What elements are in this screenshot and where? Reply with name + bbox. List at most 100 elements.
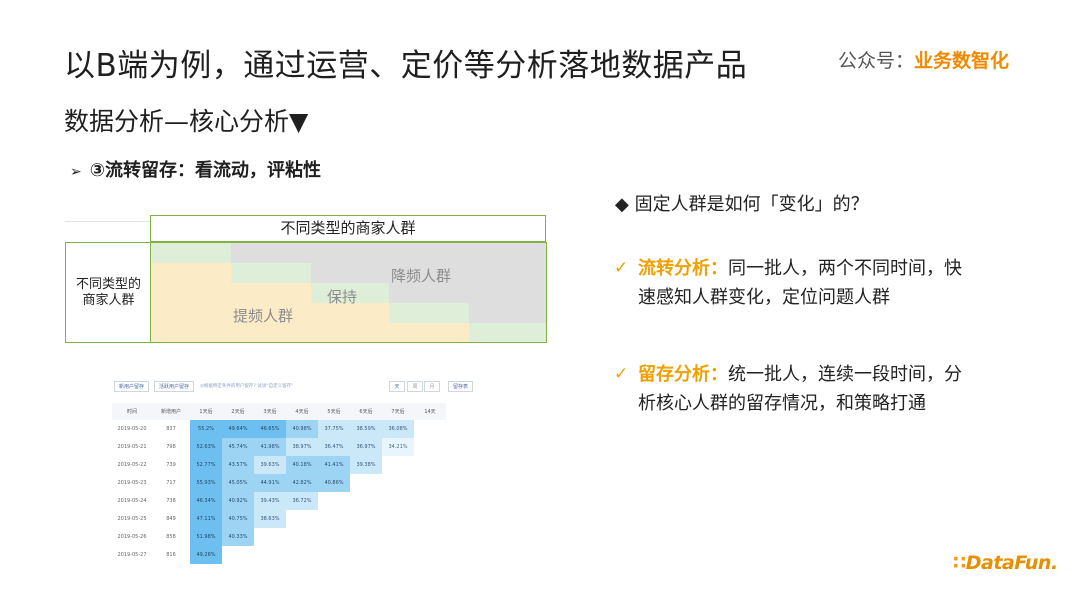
- keep-cell: [389, 303, 469, 323]
- table-row: 2019-05-24 738 46.34% 40.92% 39.43% 36.72%: [112, 492, 446, 510]
- date-cell: 2019-05-21: [117, 444, 147, 450]
- new-users-cell: 816: [166, 552, 176, 558]
- point-highlight: 流转分析：: [638, 258, 728, 279]
- retention-cell: 42.82%: [286, 474, 318, 492]
- table-row: 2019-05-27 816 49.26%: [112, 546, 446, 564]
- table-header-row: 时间 新增用户 1天后 2天后 3天后 4天后 5天后 6天后 7天后 14天: [112, 403, 446, 420]
- empty-cell: [414, 528, 446, 546]
- check-icon: ✓: [614, 258, 629, 278]
- empty-cell: [414, 510, 446, 528]
- empty-cell: [254, 528, 286, 546]
- date-cell: 2019-05-25: [117, 516, 147, 522]
- period-day-button[interactable]: 天: [389, 381, 405, 392]
- point-retention-analysis: ✓ 留存分析：统一批人，连续一段时间，分析核心人群的留存情况，和策略打通: [614, 360, 974, 418]
- empty-cell: [414, 456, 446, 474]
- period-week-button[interactable]: 周: [407, 381, 423, 392]
- retention-cell: 47.11%: [190, 510, 222, 528]
- empty-cell: [318, 528, 350, 546]
- retention-cell: 38.97%: [286, 438, 318, 456]
- matrix-column-header: 不同类型的商家人群: [150, 215, 546, 242]
- date-cell: 2019-05-20: [117, 426, 147, 432]
- empty-cell: [350, 528, 382, 546]
- empty-cell: [414, 492, 446, 510]
- retention-cell: 45.74%: [222, 438, 254, 456]
- keep-label: 保持: [327, 288, 358, 306]
- new-users-cell: 717: [166, 480, 176, 486]
- date-cell: 2019-05-22: [117, 462, 147, 468]
- column-header: 14天: [414, 403, 446, 420]
- empty-cell: [414, 474, 446, 492]
- date-cell: 2019-05-26: [117, 534, 147, 540]
- retention-cell: 43.57%: [222, 456, 254, 474]
- empty-cell: [350, 474, 382, 492]
- column-header: 3天后: [254, 403, 286, 420]
- brand-label: 公众号：: [838, 50, 915, 72]
- point-highlight: 留存分析：: [638, 364, 728, 385]
- retention-cell: 40.18%: [286, 456, 318, 474]
- column-header: 新增用户: [152, 403, 190, 420]
- retention-table: 时间 新增用户 1天后 2天后 3天后 4天后 5天后 6天后 7天后 14天 2019-05-2…: [112, 403, 446, 564]
- new-users-cell: 858: [166, 534, 176, 540]
- tab-new-user-retention[interactable]: 新用户留存: [114, 381, 150, 392]
- new-users-cell: 798: [166, 444, 176, 450]
- keep-cell: [231, 263, 311, 283]
- keep-cell: [151, 243, 231, 263]
- retention-cell: 36.72%: [286, 492, 318, 510]
- column-header: 2天后: [222, 403, 254, 420]
- retention-cell: 41.41%: [318, 456, 350, 474]
- column-header: 6天后: [350, 403, 382, 420]
- arrow-bullet-icon: ➢: [70, 164, 82, 180]
- empty-cell: [382, 474, 414, 492]
- matrix-row-header-text: 不同类型的 商家人群: [75, 276, 141, 308]
- retention-cell: 44.91%: [254, 474, 286, 492]
- new-users-cell: 849: [166, 516, 176, 522]
- empty-cell: [286, 528, 318, 546]
- table-row: 2019-05-23 717 55.93% 45.05% 44.91% 42.82% 40.…: [112, 474, 446, 492]
- new-users-cell: 738: [166, 498, 176, 504]
- page-title: 以B端为例，通过运营、定价等分析落地数据产品: [64, 48, 748, 84]
- retention-cell: 37.75%: [318, 420, 350, 438]
- retention-cell: 38.63%: [254, 510, 286, 528]
- empty-cell: [414, 546, 446, 564]
- retention-cell: 40.75%: [222, 510, 254, 528]
- retention-cell: 40.98%: [286, 420, 318, 438]
- retention-cell: 40.33%: [222, 528, 254, 546]
- retention-cell: 40.92%: [222, 492, 254, 510]
- retention-cell: 41.98%: [254, 438, 286, 456]
- retention-cell: 49.64%: [222, 420, 254, 438]
- empty-cell: [382, 510, 414, 528]
- point-flow-analysis: ✓ 流转分析：同一批人，两个不同时间，快速感知人群变化，定位问题人群: [614, 254, 974, 312]
- custom-retention-hint[interactable]: ◎根据特定条件的用户留存? 试试“自定义留存”: [200, 383, 293, 389]
- retention-cell: 39.43%: [254, 492, 286, 510]
- date-cell: 2019-05-27: [117, 552, 147, 558]
- retention-cell: 45.05%: [222, 474, 254, 492]
- retention-cell: 46.34%: [190, 492, 222, 510]
- empty-cell: [382, 492, 414, 510]
- table-row: 2019-05-26 858 51.98% 40.33%: [112, 528, 446, 546]
- column-header: 1天后: [190, 403, 222, 420]
- table-row: 2019-05-21 798 52.63% 45.74% 41.98% 38.97% 36.…: [112, 438, 446, 456]
- table-row: 2019-05-25 849 47.11% 40.75% 38.63%: [112, 510, 446, 528]
- retention-cell: 34.21%: [382, 438, 414, 456]
- empty-cell: [286, 510, 318, 528]
- new-users-cell: 837: [166, 426, 176, 432]
- retention-cell: 49.26%: [190, 546, 222, 564]
- tab-active-user-retention[interactable]: 活跃用户留存: [154, 381, 195, 392]
- empty-cell: [414, 438, 446, 456]
- retention-cell: 36.97%: [350, 438, 382, 456]
- transition-matrix: 降频人群 保持 提频人群: [150, 242, 547, 343]
- column-header: 4天后: [286, 403, 318, 420]
- empty-cell: [254, 546, 286, 564]
- column-header: 5天后: [318, 403, 350, 420]
- logo-text: DataFun.: [965, 552, 1058, 574]
- new-users-cell: 739: [166, 462, 176, 468]
- retention-table-button[interactable]: 留存表: [448, 381, 474, 392]
- empty-cell: [318, 492, 350, 510]
- retention-cell: 52.77%: [190, 456, 222, 474]
- empty-cell: [382, 546, 414, 564]
- retention-cell: 46.65%: [254, 420, 286, 438]
- brand-tag: 公众号：业务数智化: [838, 46, 1009, 73]
- question-heading: ◆ 固定人群是如何「变化」的？: [615, 194, 869, 215]
- period-month-button[interactable]: 月: [424, 381, 440, 392]
- empty-cell: [350, 510, 382, 528]
